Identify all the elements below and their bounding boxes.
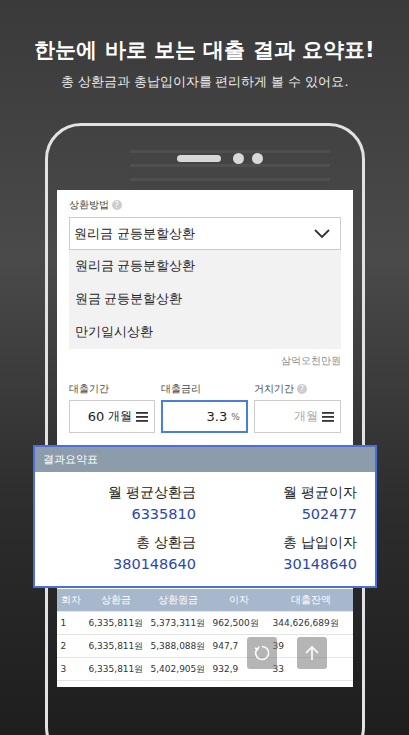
repayment-label: 상환방법 ?: [69, 198, 341, 212]
loan-field: 대출기간 60 개월: [69, 382, 156, 433]
table-cell: 1: [57, 612, 85, 634]
field-value: 60: [88, 409, 105, 424]
table-cell: 6,335,811원: [85, 635, 147, 657]
dropdown-options: 원리금 균등분할상환원금 균등분할상환만기일시상환: [69, 250, 341, 349]
table-cell: 5,402,905원: [147, 658, 209, 680]
summary-title: 결과요약표: [35, 447, 375, 472]
summary-item: 총 상환금 380148640: [35, 534, 196, 572]
refresh-icon: [253, 644, 271, 662]
menu-icon: [322, 412, 334, 422]
column-header: 이자: [209, 589, 269, 611]
repayment-dropdown[interactable]: 원리금 균등분할상환: [69, 217, 341, 250]
column-header: 상환금: [85, 589, 147, 611]
table-cell: 5,373,311원: [147, 612, 209, 634]
field-unit: 개월: [294, 408, 318, 425]
dropdown-option[interactable]: 만기일시상환: [69, 316, 341, 349]
help-icon[interactable]: ?: [297, 384, 307, 394]
table-cell: 3: [57, 658, 85, 680]
table-cell: 344,626,689원: [269, 612, 353, 634]
scroll-top-button[interactable]: [297, 637, 327, 669]
headline: 한눈에 바로 보는 대출 결과 요약표!: [34, 36, 374, 64]
column-header: 회차: [57, 589, 85, 611]
table-cell: 5,388,088원: [147, 635, 209, 657]
field-unit: 개월: [108, 408, 132, 425]
dropdown-value: 원리금 균등분할상환: [74, 225, 195, 243]
field-input[interactable]: 3.3 %: [161, 400, 248, 433]
loan-fields: 대출기간 60 개월 대출금리 3.3 % 거치기간 ? 개월: [69, 382, 341, 433]
summary-value: 6335810: [131, 506, 196, 522]
result-summary: 결과요약표 월 평균상환금 6335810월 평균이자 502477총 상환금 …: [33, 445, 377, 588]
summary-value: 502477: [302, 506, 357, 522]
field-unit: %: [231, 412, 240, 422]
column-header: 상환원금: [147, 589, 209, 611]
table-cell: 962,500원: [209, 612, 269, 634]
speaker-icon: [177, 155, 221, 162]
column-header: 대출잔액: [269, 589, 353, 611]
promo-screen: 한눈에 바로 보는 대출 결과 요약표! 총 상환금과 총납입이자를 편리하게 …: [0, 0, 409, 735]
subtitle: 총 상환금과 총납입이자를 편리하게 볼 수 있어요.: [61, 74, 349, 91]
summary-label: 총 납입이자: [283, 534, 357, 552]
summary-grid: 월 평균상환금 6335810월 평균이자 502477총 상환금 380148…: [35, 472, 375, 586]
sensor-icon: [252, 153, 263, 164]
amount-words: 삼억오천만원: [281, 355, 341, 368]
help-icon[interactable]: ?: [112, 200, 122, 210]
app-screen: 상환방법 ? 원리금 균등분할상환 원리금 균등분할상환원금 균등분할상환만기일…: [57, 190, 353, 687]
field-input[interactable]: 60 개월: [69, 400, 156, 433]
field-label: 대출금리: [161, 382, 248, 396]
arrow-up-icon: [303, 644, 321, 662]
loan-field: 거치기간 ? 개월: [254, 382, 341, 433]
table-cell: 6,335,811원: [85, 612, 147, 634]
table-cell: 2: [57, 635, 85, 657]
field-input[interactable]: 개월: [254, 400, 341, 433]
dropdown-option[interactable]: 원리금 균등분할상환: [69, 250, 341, 283]
summary-value: 30148640: [283, 556, 357, 572]
summary-item: 월 평균상환금 6335810: [35, 484, 196, 522]
schedule-table: 회차상환금상환원금이자대출잔액 16,335,811원5,373,311원962…: [57, 589, 353, 687]
phone-top: [57, 126, 353, 190]
summary-item: 월 평균이자 502477: [196, 484, 357, 522]
chevron-down-icon: [314, 229, 330, 239]
table-header: 회차상환금상환원금이자대출잔액: [57, 589, 353, 612]
summary-label: 월 평균상환금: [108, 484, 196, 502]
summary-value: 380148640: [113, 556, 196, 572]
summary-item: 총 납입이자 30148640: [196, 534, 357, 572]
field-label: 거치기간 ?: [254, 382, 341, 396]
dropdown-option[interactable]: 원금 균등분할상환: [69, 283, 341, 316]
phone-frame: 상환방법 ? 원리금 균등분할상환 원리금 균등분할상환원금 균등분할상환만기일…: [45, 123, 365, 735]
summary-label: 월 평균이자: [283, 484, 357, 502]
table-cell: 6,335,811원: [85, 658, 147, 680]
loan-field: 대출금리 3.3 %: [161, 382, 248, 433]
menu-icon: [136, 412, 148, 422]
loan-form: 상환방법 ? 원리금 균등분할상환 원리금 균등분할상환원금 균등분할상환만기일…: [57, 190, 353, 433]
field-value: 3.3: [207, 409, 228, 424]
camera-icon: [233, 153, 244, 164]
refresh-button[interactable]: [247, 637, 277, 669]
summary-label: 총 상환금: [136, 534, 196, 552]
field-label: 대출기간: [69, 382, 156, 396]
table-row: 16,335,811원5,373,311원962,500원344,626,689…: [57, 612, 353, 635]
